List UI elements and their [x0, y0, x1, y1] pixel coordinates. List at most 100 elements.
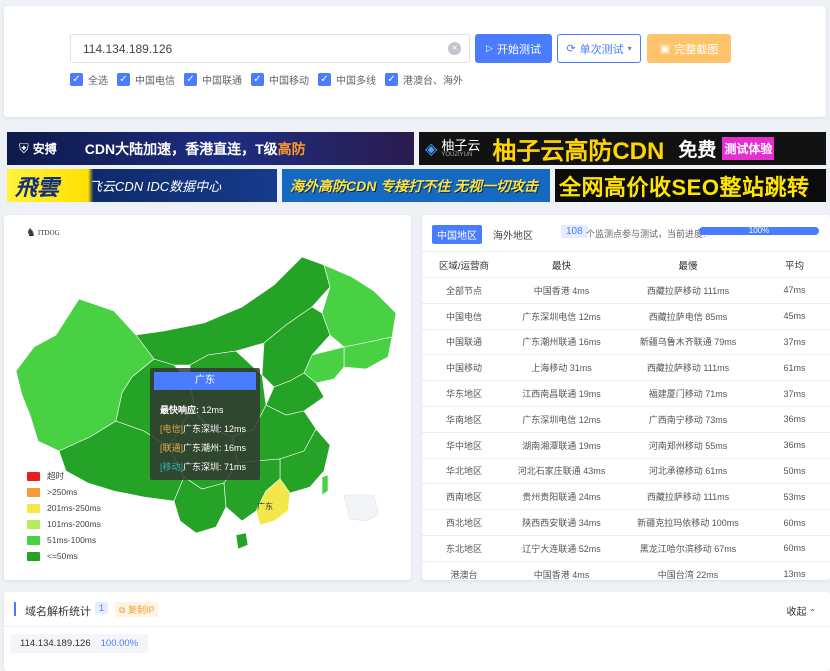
check-icon: ✓	[184, 73, 197, 86]
province-heilongjiang	[321, 264, 397, 348]
progress-text: 个监测点参与测试，当前进度:	[586, 229, 706, 239]
tab-overseas[interactable]: 海外地区	[488, 225, 538, 244]
col-header-fastest[interactable]: 最快	[506, 251, 617, 278]
checkbox-mobile[interactable]: ✓ 中国移动	[251, 72, 309, 87]
legend-label: >250ms	[47, 487, 78, 497]
checkbox-multiline[interactable]: ✓ 中国多线	[318, 72, 376, 87]
check-icon: ✓	[117, 73, 130, 86]
cell-region: 东北地区	[422, 535, 506, 562]
ad-banner-overseas-cdn[interactable]: 海外高防CDN 专接打不住 无视一切攻击	[282, 169, 550, 202]
banner-highlight: 高防	[277, 140, 306, 157]
banner-text: CDN大陆加速，香港直连，T级	[84, 140, 278, 157]
checkbox-label: 全选	[88, 76, 108, 87]
banner-brand: 柚子云	[441, 138, 481, 153]
screenshot-button[interactable]: ▣ 完整截图	[647, 34, 731, 63]
col-header-region[interactable]: 区域/运营商	[422, 251, 506, 278]
collapse-label: 收起	[786, 607, 807, 618]
tooltip-ms: 16ms	[224, 443, 247, 453]
tooltip-city: 广东潮州:	[183, 443, 222, 453]
ad-banner-seo[interactable]: 全网高价收SEO整站跳转	[555, 169, 826, 202]
ad-banner-youziyun[interactable]: ◈ 柚子云 YOUZIYUN 柚子云高防CDN 免费 测试体验	[419, 132, 826, 165]
banner-brand-group: 柚子云 YOUZIYUN	[441, 139, 480, 158]
checkbox-unicom[interactable]: ✓ 中国联通	[184, 72, 242, 87]
dns-count-badge: 1	[95, 602, 109, 614]
cell-slowest: 西藏拉萨移动 111ms	[617, 277, 759, 304]
ad-banner-feiyun[interactable]: 飛雲 飞云CDN IDC数据中心	[7, 169, 277, 202]
legend-swatch	[27, 471, 40, 481]
tab-china[interactable]: 中国地区	[432, 225, 482, 244]
checkbox-overseas[interactable]: ✓ 港澳台、海外	[385, 72, 463, 87]
cell-region: 中国联通	[422, 329, 506, 356]
table-row: 中国联通 广东潮州联通 16ms 新疆乌鲁木齐联通 79ms 37ms	[422, 329, 830, 356]
cell-average: 13ms	[759, 561, 830, 580]
banner-trial: 测试体验	[722, 137, 775, 160]
cell-average: 36ms	[759, 406, 830, 433]
legend-item[interactable]: 201ms-250ms	[27, 500, 101, 516]
shield-icon: ⛨	[19, 140, 29, 156]
check-icon: ✓	[385, 73, 398, 86]
copy-icon: ⧉	[119, 605, 126, 615]
table-row: 港澳台 中国香港 4ms 中国台湾 22ms 13ms	[422, 561, 830, 580]
table-header-row: 区域/运营商 最快 最慢 平均	[422, 251, 830, 278]
table-row: 中国移动 上海移动 31ms 西藏拉萨移动 111ms 61ms	[422, 354, 830, 382]
banner-brand: 飛雲	[15, 174, 60, 200]
dns-ip-row[interactable]: 114.134.189.126 100.00%	[10, 634, 149, 653]
table-row: 东北地区 辽宁大连联通 52ms 黑龙江哈尔滨移动 67ms 60ms	[422, 535, 830, 562]
cell-fastest: 广东深圳电信 12ms	[506, 303, 617, 330]
check-icon: ✓	[70, 73, 83, 86]
cell-fastest: 中国香港 4ms	[506, 277, 617, 304]
dns-title: 域名解析统计	[25, 606, 91, 618]
legend-label: <=50ms	[47, 551, 78, 561]
legend-item[interactable]: 101ms-200ms	[27, 516, 101, 532]
cell-fastest: 中国香港 4ms	[506, 561, 617, 580]
camera-icon: ▣	[659, 43, 671, 55]
search-card: × ▷ 开始测试 ⟳ 单次测试 ▾ ▣ 完整截图 ✓ 全选 ✓ 中国电信 ✓ 中国联通…	[4, 6, 826, 117]
legend-swatch	[27, 487, 40, 497]
cell-region: 港澳台	[422, 561, 506, 580]
cell-slowest: 新疆克拉玛依移动 100ms	[617, 509, 759, 536]
ad-banner-anbo[interactable]: ⛨ 安搏 CDN大陆加速，香港直连，T级 高防	[7, 132, 414, 165]
legend-label: 101ms-200ms	[47, 519, 101, 529]
check-icon: ✓	[251, 73, 264, 86]
legend-item[interactable]: 51ms-100ms	[27, 532, 101, 548]
search-input[interactable]	[71, 35, 431, 62]
dns-ip: 114.134.189.126	[20, 638, 91, 649]
copy-ip-button[interactable]: ⧉ 复制IP	[115, 602, 159, 617]
cell-fastest: 辽宁大连联通 52ms	[506, 535, 617, 562]
tooltip-ms: 12ms	[224, 424, 247, 434]
checkbox-label: 中国联通	[202, 76, 242, 87]
tooltip-fastest: 最快响应: 12ms	[160, 401, 260, 420]
cell-slowest: 西藏拉萨电信 85ms	[617, 303, 759, 330]
legend-item[interactable]: <=50ms	[27, 548, 101, 564]
tooltip-city: 广东深圳:	[183, 424, 222, 434]
cell-average: 37ms	[759, 329, 830, 356]
legend-label: 201ms-250ms	[47, 503, 101, 513]
banner-brand: 安搏	[32, 142, 57, 156]
tooltip-line: [移动]广东深圳: 71ms	[160, 458, 260, 477]
banner-free: 免费	[678, 140, 717, 161]
checkbox-telecom[interactable]: ✓ 中国电信	[117, 72, 175, 87]
single-test-label: 单次测试	[579, 43, 624, 56]
checkbox-all[interactable]: ✓ 全选	[70, 72, 108, 87]
collapse-button[interactable]: 收起 ⌃	[787, 603, 816, 618]
table-row: 中国电信 广东深圳电信 12ms 西藏拉萨电信 85ms 45ms	[422, 303, 830, 330]
legend-item[interactable]: >250ms	[27, 484, 101, 500]
clear-icon[interactable]: ×	[448, 42, 461, 55]
table-row: 全部节点 中国香港 4ms 西藏拉萨移动 111ms 47ms	[422, 277, 830, 304]
cell-fastest: 江西南昌联通 19ms	[506, 380, 617, 407]
legend-item[interactable]: 超时	[27, 468, 101, 484]
col-header-average[interactable]: 平均	[759, 251, 830, 278]
cell-region: 中国电信	[422, 303, 506, 330]
legend-swatch	[27, 519, 40, 529]
checkbox-label: 中国电信	[135, 76, 175, 87]
region-tabs: 中国地区 海外地区	[432, 225, 538, 244]
single-test-button[interactable]: ⟳ 单次测试 ▾	[557, 34, 641, 63]
start-test-button[interactable]: ▷ 开始测试	[475, 34, 552, 63]
results-table: 区域/运营商 最快 最慢 平均 全部节点 中国香港 4ms 西藏拉萨移动 111ms…	[422, 251, 830, 580]
checkbox-label: 港澳台、海外	[403, 76, 463, 87]
latency-legend: 超时 >250ms 201ms-250ms 101ms-200ms 51ms-1…	[27, 468, 101, 564]
table-row: 华中地区 湖南湘潭联通 19ms 河南郑州移动 55ms 36ms	[422, 432, 830, 459]
col-header-slowest[interactable]: 最慢	[617, 251, 759, 278]
legend-label: 51ms-100ms	[47, 535, 97, 545]
cell-slowest: 广西南宁移动 73ms	[617, 406, 759, 433]
